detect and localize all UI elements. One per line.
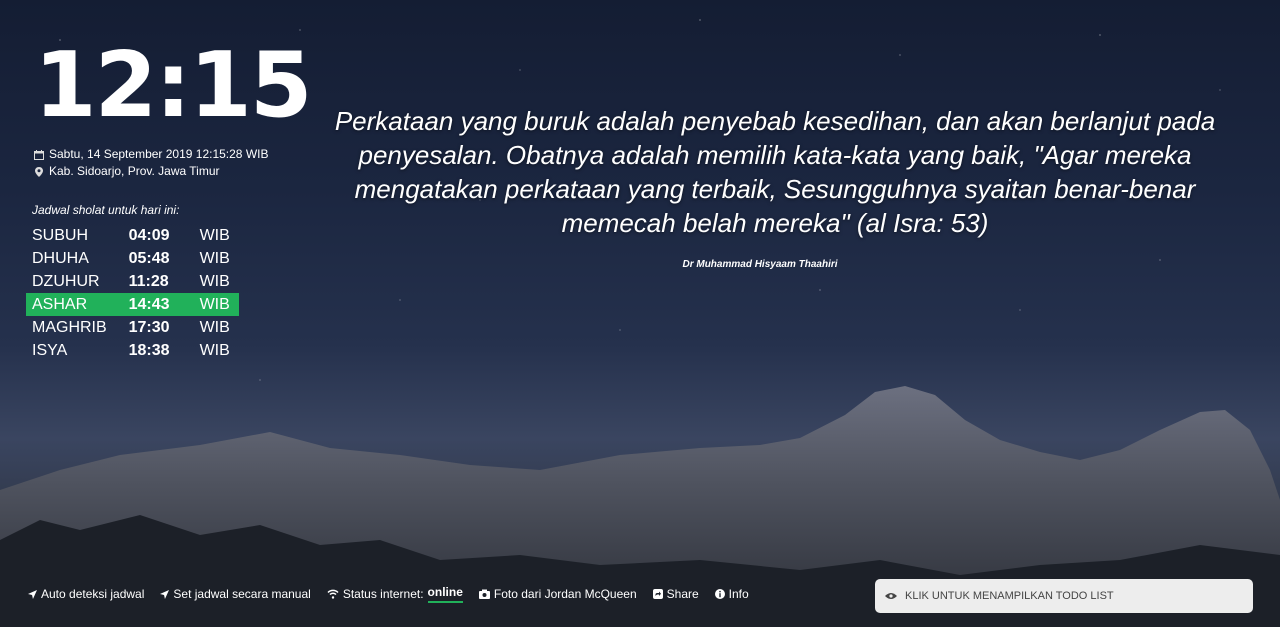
share-link[interactable]: Share	[652, 587, 699, 601]
prayer-time: 11:28	[128, 272, 169, 290]
calendar-icon	[34, 149, 44, 160]
share-square-icon	[652, 589, 663, 599]
prayer-timezone: WIB	[199, 295, 230, 313]
prayer-name: MAGHRIB	[32, 318, 107, 336]
schedule-row-isya: ISYA 18:38 WIB	[26, 339, 239, 362]
photo-credit-link[interactable]: Foto dari Jordan McQueen	[478, 587, 637, 601]
internet-status: Status internet: online	[327, 585, 463, 603]
todo-toggle-label: KLIK UNTUK MENAMPILKAN TODO LIST	[905, 590, 1114, 602]
prayer-timezone: WIB	[199, 249, 230, 267]
prayer-time: 05:48	[128, 249, 170, 267]
quote-text: Perkataan yang buruk adalah penyebab kes…	[334, 106, 1216, 238]
eye-icon	[885, 593, 897, 599]
prayer-time: 17:30	[128, 318, 170, 336]
date-location-info: Sabtu, 14 September 2019 12:15:28 WIB Ka…	[34, 146, 268, 180]
quote-author: Dr Muhammad Hisyaam Thaahiri	[682, 259, 838, 270]
prayer-time: 04:09	[128, 226, 170, 244]
location-arrow-icon	[28, 589, 37, 599]
map-marker-icon	[35, 166, 43, 177]
footer-bar: Auto deteksi jadwal Set jadwal secara ma…	[28, 585, 749, 603]
wifi-icon	[327, 589, 339, 599]
photo-credit-label: Foto dari Jordan McQueen	[493, 587, 637, 601]
date-text: Sabtu, 14 September 2019 12:15:28 WIB	[49, 147, 269, 161]
prayer-name: DHUHA	[32, 249, 89, 267]
prayer-timezone: WIB	[199, 272, 230, 290]
schedule-row-ashar: ASHAR 14:43 WIB	[26, 293, 239, 316]
location-text: Kab. Sidoarjo, Prov. Jawa Timur	[49, 164, 220, 178]
share-label: Share	[666, 587, 699, 601]
info-label: Info	[728, 587, 749, 601]
date-row: Sabtu, 14 September 2019 12:15:28 WIB	[34, 146, 268, 163]
schedule-title: Jadwal sholat untuk hari ini:	[32, 203, 180, 217]
info-link[interactable]: Info	[714, 587, 749, 601]
auto-detect-label: Auto deteksi jadwal	[41, 587, 145, 601]
manual-schedule-link[interactable]: Set jadwal secara manual	[160, 587, 311, 601]
auto-detect-link[interactable]: Auto deteksi jadwal	[28, 587, 144, 601]
prayer-time: 18:38	[128, 341, 170, 359]
prayer-timezone: WIB	[199, 226, 230, 244]
prayer-name: DZUHUR	[32, 272, 100, 290]
info-circle-icon	[714, 589, 725, 599]
prayer-timezone: WIB	[199, 318, 230, 336]
clock-time: 12:15	[34, 33, 312, 138]
prayer-schedule: SUBUH 04:09 WIB DHUHA 05:48 WIB DZUHUR 1…	[26, 224, 239, 362]
prayer-timezone: WIB	[199, 341, 230, 359]
status-label: Status internet:	[342, 587, 424, 601]
status-value: online	[427, 585, 463, 603]
prayer-time: 14:43	[128, 295, 170, 313]
schedule-row-maghrib: MAGHRIB 17:30 WIB	[26, 316, 239, 339]
camera-icon	[478, 589, 490, 599]
schedule-row-dzuhur: DZUHUR 11:28 WIB	[26, 270, 239, 293]
prayer-name: SUBUH	[32, 226, 89, 244]
schedule-row-subuh: SUBUH 04:09 WIB	[26, 224, 239, 247]
prayer-name: ASHAR	[32, 295, 88, 313]
schedule-row-dhuha: DHUHA 05:48 WIB	[26, 247, 239, 270]
todo-list-toggle-button[interactable]: KLIK UNTUK MENAMPILKAN TODO LIST	[875, 579, 1253, 613]
location-row: Kab. Sidoarjo, Prov. Jawa Timur	[34, 163, 268, 180]
prayer-name: ISYA	[32, 341, 68, 359]
location-arrow-icon	[160, 589, 170, 599]
manual-schedule-label: Set jadwal secara manual	[173, 587, 311, 601]
